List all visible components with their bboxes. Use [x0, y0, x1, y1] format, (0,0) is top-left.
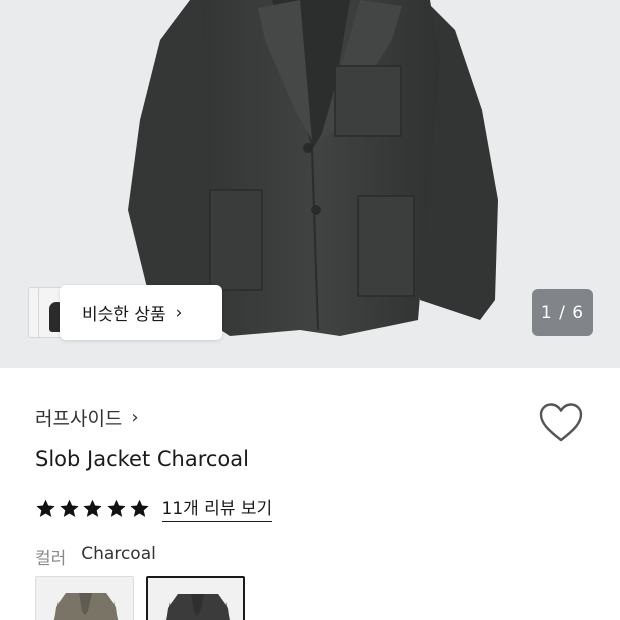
color-label: 컬러 — [35, 549, 67, 569]
star-icon — [130, 499, 149, 517]
swatch-jacket-image — [53, 593, 119, 620]
star-icon — [83, 499, 102, 517]
rating-row: 11개 리뷰 보기 — [35, 494, 273, 522]
product-title: Slob Jacket Charcoal — [35, 447, 249, 471]
selected-color-value: Charcoal — [81, 544, 156, 564]
color-option-row: 컬러 Charcoal — [35, 544, 156, 569]
heart-icon — [539, 403, 583, 442]
color-swatch[interactable] — [35, 576, 134, 620]
similar-products-label: 비슷한 상품 — [82, 305, 166, 325]
chevron-right-icon: › — [175, 302, 183, 323]
star-icon — [106, 499, 126, 517]
brand-link[interactable]: 러프사이드 › — [35, 404, 139, 431]
color-swatch-list — [35, 576, 257, 620]
product-image-carousel[interactable]: 비슷한 상품 › 1 / 6 — [0, 0, 620, 368]
reviews-link[interactable]: 11개 리뷰 보기 — [161, 494, 273, 522]
like-button[interactable] — [538, 402, 584, 444]
swatch-jacket-image — [166, 594, 230, 620]
similar-products-button[interactable]: 비슷한 상품 › — [28, 285, 222, 340]
rating-stars — [35, 498, 153, 519]
similar-products-card[interactable]: 비슷한 상품 › — [60, 285, 222, 340]
image-page-indicator: 1 / 6 — [532, 289, 593, 336]
star-icon — [59, 499, 79, 517]
star-icon — [36, 499, 55, 517]
color-swatch[interactable] — [146, 576, 245, 620]
brand-name: 러프사이드 — [35, 408, 123, 430]
chevron-right-icon: › — [131, 407, 139, 428]
